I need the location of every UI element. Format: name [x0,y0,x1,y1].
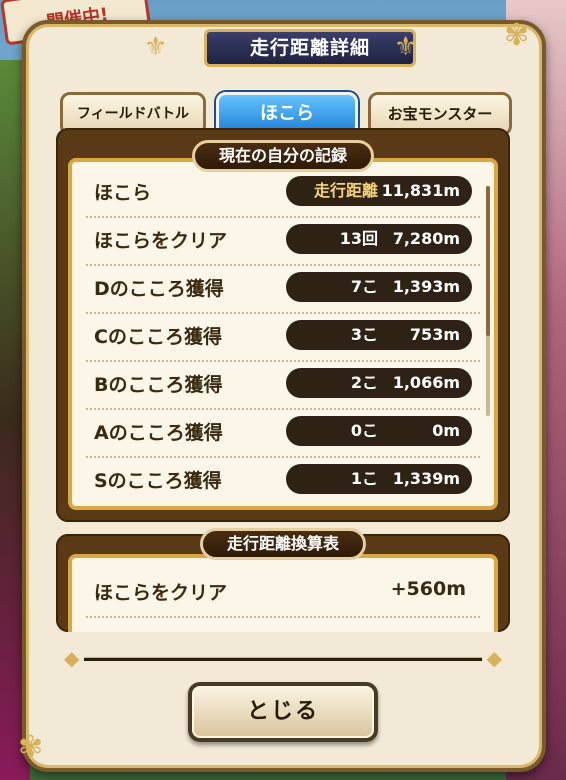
record-value-pill: 2こ 1,066m [286,368,472,398]
record-count: 7こ [350,277,378,296]
conversion-row: ほこらをクリア +560m [86,570,480,618]
record-distance: 753m [409,325,460,344]
divider-end-icon: ◆ [64,646,80,670]
record-row-label: Bのこころ獲得 [94,374,223,396]
record-row-d-heart: Dのこころ獲得 7こ 1,393m [86,266,480,314]
record-row-label: ほこら [94,182,152,204]
record-distance: 1,339m [392,469,460,488]
corner-ornament-icon: ✾ [18,730,44,765]
conversion-list[interactable]: ほこらをクリア +560m [68,554,498,632]
conversion-section: ほこらをクリア +560m 走行距離換算表 [56,528,510,632]
record-value-pill: 7こ 1,393m [286,272,472,302]
record-count: 2こ [350,373,378,392]
corner-ornament-icon: ✾ [504,18,530,53]
close-button[interactable]: とじる [188,682,378,742]
record-value-pill: 3こ 753m [286,320,472,350]
divider-line [84,657,482,661]
conversion-section-heading: 走行距離換算表 [199,528,367,560]
record-section-heading: 現在の自分の記録 [191,140,375,172]
record-count: 1こ [350,469,378,488]
record-row-label: Aのこころ獲得 [94,422,223,444]
divider-end-icon: ◆ [486,646,502,670]
record-row-c-heart: Cのこころ獲得 3こ 753m [86,314,480,362]
record-row-label: Dのこころ獲得 [94,278,224,300]
record-section: ほこら 走行距離 11,831m ほこらをクリア 13回 7,280m Dのここ… [56,128,510,522]
record-count: 走行距離 [313,181,378,200]
record-distance: 7,280m [392,229,460,248]
record-row-label: Cのこころ獲得 [94,326,222,348]
record-row-clear: ほこらをクリア 13回 7,280m [86,218,480,266]
fleur-ornament-icon: ⚜ [394,32,418,62]
conversion-value: +560m [390,578,466,600]
record-value-pill: 走行距離 11,831m [286,176,472,206]
record-distance: 11,831m [381,181,460,200]
record-distance: 1,393m [392,277,460,296]
ornamental-divider: ◆ ◆ [64,646,502,670]
record-distance: 1,066m [392,373,460,392]
fleur-ornament-icon: ⚜ [144,32,168,62]
record-value-pill: 0こ 0m [286,416,472,446]
record-row-b-heart: Bのこころ獲得 2こ 1,066m [86,362,480,410]
record-count: 0こ [350,421,378,440]
record-row-label: Sのこころ獲得 [94,470,222,492]
record-row-total: ほこら 走行距離 11,831m [86,170,480,218]
record-value-pill: 1こ 1,339m [286,464,472,494]
record-distance: 0m [432,421,460,440]
record-value-pill: 13回 7,280m [286,224,472,254]
record-count: 3こ [350,325,378,344]
record-row-s-heart: Sのこころ獲得 1こ 1,339m [86,458,480,504]
dialog-title: 走行距離詳細 [204,29,416,67]
record-list[interactable]: ほこら 走行距離 11,831m ほこらをクリア 13回 7,280m Dのここ… [68,158,498,510]
record-row-label: ほこらをクリア [94,230,228,252]
conversion-row-label: ほこらをクリア [94,582,228,604]
scrollbar-thumb[interactable] [486,186,490,336]
record-count: 13回 [339,229,378,248]
record-row-a-heart: Aのこころ獲得 0こ 0m [86,410,480,458]
